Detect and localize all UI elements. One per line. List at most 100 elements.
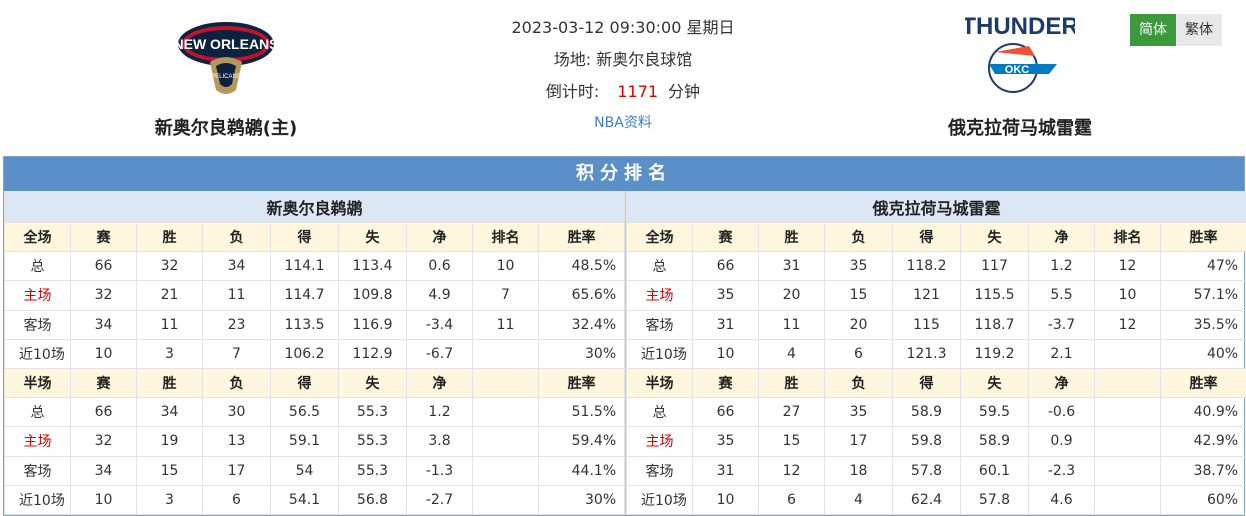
- cell-points-for: 59.1: [271, 427, 339, 456]
- cell-points-for: 54: [271, 456, 339, 485]
- cell-wins: 15: [759, 427, 825, 456]
- cell-losses: 6: [203, 485, 271, 514]
- cell-win-rate: 51.5%: [539, 398, 625, 427]
- header-points-for: 得: [893, 223, 961, 252]
- home-team[interactable]: NEW ORLEANS PELICANS 新奥尔良鹈鹕(主): [76, 0, 376, 140]
- half-header-row: 半场赛胜负得失净胜率: [627, 368, 1246, 397]
- cell-wins: 11: [137, 310, 203, 339]
- cell-points-for: 115: [893, 310, 961, 339]
- away-team[interactable]: THUNDER OKC 俄克拉荷马城雷霆: [870, 0, 1170, 140]
- header-label: 半场: [5, 368, 71, 397]
- cell-wins: 11: [759, 310, 825, 339]
- simplified-button[interactable]: 简体: [1130, 14, 1176, 46]
- cell-points-against: 117: [961, 252, 1029, 281]
- cell-losses: 17: [203, 456, 271, 485]
- header-net: 净: [1029, 368, 1095, 397]
- cell-wins: 4: [759, 339, 825, 368]
- away-team-name[interactable]: 俄克拉荷马城雷霆: [870, 114, 1170, 140]
- cell-points-against: 119.2: [961, 339, 1029, 368]
- svg-text:OKC: OKC: [1005, 64, 1030, 76]
- cell-label: 主场: [5, 281, 71, 310]
- cell-points-for: 114.7: [271, 281, 339, 310]
- match-venue: 场地: 新奥尔良球馆: [423, 44, 823, 76]
- cell-label: 客场: [5, 456, 71, 485]
- home-standings-table: 新奥尔良鹈鹕全场赛胜负得失净排名胜率总663234114.1113.40.610…: [4, 191, 625, 515]
- standings-team-name: 俄克拉荷马城雷霆: [627, 192, 1246, 223]
- cell-losses: 11: [203, 281, 271, 310]
- cell-win-rate: 44.1%: [539, 456, 625, 485]
- header-losses: 负: [203, 368, 271, 397]
- cell-net: 4.9: [407, 281, 473, 310]
- header-net: 净: [1029, 223, 1095, 252]
- cell-wins: 27: [759, 398, 825, 427]
- table-row: 总663234114.1113.40.61048.5%: [5, 252, 625, 281]
- cell-label: 主场: [627, 281, 693, 310]
- header-points-for: 得: [271, 368, 339, 397]
- cell-win-rate: 57.1%: [1161, 281, 1246, 310]
- cell-label: 总: [627, 398, 693, 427]
- cell-points-for: 118.2: [893, 252, 961, 281]
- cell-win-rate: 32.4%: [539, 310, 625, 339]
- cell-wins: 6: [759, 485, 825, 514]
- table-row: 近10场1046121.3119.22.140%: [627, 339, 1246, 368]
- table-row: 客场3415175455.3-1.344.1%: [5, 456, 625, 485]
- header-games: 赛: [693, 223, 759, 252]
- cell-rank: [1095, 427, 1161, 456]
- header-losses: 负: [825, 223, 893, 252]
- table-row: 总66273558.959.5-0.640.9%: [627, 398, 1246, 427]
- cell-points-against: 115.5: [961, 281, 1029, 310]
- pelicans-logo: NEW ORLEANS PELICANS: [76, 0, 376, 108]
- cell-games: 66: [693, 398, 759, 427]
- cell-losses: 35: [825, 398, 893, 427]
- home-team-name[interactable]: 新奥尔良鹈鹕(主): [76, 114, 376, 140]
- cell-rank: 12: [1095, 252, 1161, 281]
- away-standings: 俄克拉荷马城雷霆全场赛胜负得失净排名胜率总663135118.21171.212…: [626, 191, 1246, 515]
- table-row: 近10场106462.457.84.660%: [627, 485, 1246, 514]
- traditional-button[interactable]: 繁体: [1176, 14, 1222, 46]
- cell-wins: 3: [137, 339, 203, 368]
- cell-games: 35: [693, 427, 759, 456]
- cell-points-for: 121.3: [893, 339, 961, 368]
- cell-points-for: 62.4: [893, 485, 961, 514]
- header-win-rate: 胜率: [1161, 223, 1246, 252]
- cell-rank: 7: [473, 281, 539, 310]
- cell-net: 2.1: [1029, 339, 1095, 368]
- cell-wins: 20: [759, 281, 825, 310]
- header-points-for: 得: [893, 368, 961, 397]
- cell-points-against: 116.9: [339, 310, 407, 339]
- cell-losses: 13: [203, 427, 271, 456]
- cell-label: 客场: [627, 456, 693, 485]
- cell-games: 10: [71, 485, 137, 514]
- cell-games: 31: [693, 456, 759, 485]
- cell-net: 3.8: [407, 427, 473, 456]
- cell-wins: 15: [137, 456, 203, 485]
- cell-net: -2.7: [407, 485, 473, 514]
- header-wins: 胜: [137, 368, 203, 397]
- cell-points-for: 113.5: [271, 310, 339, 339]
- cell-games: 34: [71, 456, 137, 485]
- cell-games: 10: [693, 339, 759, 368]
- cell-label: 近10场: [627, 339, 693, 368]
- match-datetime: 2023-03-12 09:30:00 星期日: [423, 12, 823, 44]
- cell-label: 近10场: [627, 485, 693, 514]
- cell-win-rate: 47%: [1161, 252, 1246, 281]
- cell-rank: [1095, 456, 1161, 485]
- cell-points-against: 56.8: [339, 485, 407, 514]
- cell-points-for: 114.1: [271, 252, 339, 281]
- cell-wins: 21: [137, 281, 203, 310]
- header-losses: 负: [203, 223, 271, 252]
- svg-text:THUNDER: THUNDER: [965, 13, 1075, 40]
- table-row: 客场31121857.860.1-2.338.7%: [627, 456, 1246, 485]
- standings-panel: 积分排名 新奥尔良鹈鹕全场赛胜负得失净排名胜率总663234114.1113.4…: [3, 156, 1245, 516]
- cell-label: 总: [5, 252, 71, 281]
- cell-label: 近10场: [5, 485, 71, 514]
- cell-points-against: 55.3: [339, 456, 407, 485]
- cell-losses: 6: [825, 339, 893, 368]
- table-row: 主场322111114.7109.84.9765.6%: [5, 281, 625, 310]
- cell-losses: 18: [825, 456, 893, 485]
- cell-label: 主场: [5, 427, 71, 456]
- cell-rank: [1095, 485, 1161, 514]
- nba-data-link[interactable]: NBA资料: [423, 108, 823, 138]
- cell-points-against: 55.3: [339, 398, 407, 427]
- standings-title: 积分排名: [4, 157, 1244, 191]
